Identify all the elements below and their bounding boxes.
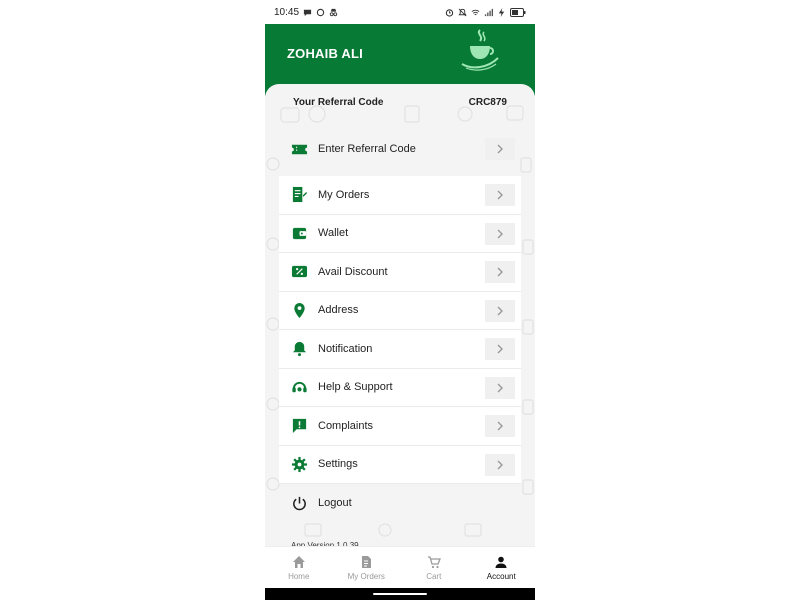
- menu-item-label: Complaints: [318, 419, 374, 432]
- menu-item-notification[interactable]: Notification: [279, 330, 521, 369]
- nav-home[interactable]: Home: [265, 547, 333, 588]
- battery-icon: [510, 7, 526, 17]
- tea-cup-logo: [461, 29, 499, 71]
- status-bar: 10:45: [265, 0, 535, 24]
- discount-icon: [291, 263, 308, 280]
- ticket-icon: [291, 141, 308, 158]
- menu-item-wallet[interactable]: Wallet: [279, 214, 521, 253]
- chevron-right-icon[interactable]: [485, 376, 515, 399]
- person-icon: [495, 556, 507, 568]
- complaint-icon: [291, 417, 308, 434]
- menu-item-settings[interactable]: Settings: [279, 445, 521, 484]
- chevron-right-icon[interactable]: [485, 338, 515, 360]
- incognito-icon: [329, 8, 338, 16]
- menu-item-label: Avail Discount: [318, 265, 388, 278]
- sync-icon: [316, 8, 325, 16]
- menu-item-label: Logout: [318, 497, 352, 510]
- nav-my-orders[interactable]: My Orders: [333, 547, 401, 588]
- menu-item-label: Wallet: [318, 227, 349, 240]
- chevron-right-icon[interactable]: [485, 222, 515, 245]
- menu-item-label: Notification: [318, 342, 373, 355]
- power-icon: [291, 495, 308, 512]
- account-menu: Enter Referral Code My Orders Wallet Ava…: [279, 130, 521, 523]
- menu-item-my-orders[interactable]: My Orders: [279, 176, 521, 215]
- chevron-right-icon[interactable]: [485, 261, 515, 283]
- wifi-icon: [471, 9, 480, 15]
- referral-code-label: Your Referral Code: [293, 96, 384, 108]
- wallet-icon: [291, 225, 308, 242]
- menu-item-label: My Orders: [318, 188, 370, 201]
- menu-item-label: Enter Referral Code: [318, 143, 416, 155]
- menu-item-logout[interactable]: Logout: [279, 484, 521, 523]
- charging-icon: [498, 7, 505, 17]
- menu-item-enter-referral-code[interactable]: Enter Referral Code: [279, 130, 521, 168]
- home-indicator[interactable]: [373, 593, 427, 595]
- signal-icon: [484, 8, 493, 16]
- location-pin-icon: [291, 302, 308, 319]
- menu-item-address[interactable]: Address: [279, 291, 521, 330]
- chevron-right-icon[interactable]: [485, 138, 515, 160]
- menu-item-label: Settings: [318, 458, 358, 471]
- phone-screen: 10:45 ZOHAIB ALI Your Referral Code CRC8…: [265, 0, 535, 600]
- menu-item-complaints[interactable]: Complaints: [279, 407, 521, 446]
- bell-icon: [291, 340, 308, 357]
- referral-code-value: CRC879: [468, 96, 507, 108]
- cart-icon: [427, 555, 441, 568]
- nav-label: My Orders: [347, 571, 385, 581]
- gear-icon: [291, 456, 308, 473]
- user-name: ZOHAIB ALI: [287, 46, 363, 61]
- chevron-right-icon[interactable]: [485, 299, 515, 322]
- menu-item-label: Address: [318, 304, 359, 317]
- chevron-right-icon[interactable]: [485, 184, 515, 206]
- chat-icon: [303, 9, 312, 16]
- home-icon: [292, 555, 305, 568]
- chevron-right-icon[interactable]: [485, 415, 515, 437]
- system-gesture-bar: [265, 588, 535, 600]
- alarm-icon: [445, 8, 454, 17]
- receipt-icon: [362, 555, 372, 568]
- support-icon: [291, 379, 308, 396]
- bottom-navigation: Home My Orders Cart Account: [265, 546, 535, 588]
- nav-cart[interactable]: Cart: [400, 547, 468, 588]
- status-time: 10:45: [274, 6, 300, 18]
- chevron-right-icon[interactable]: [485, 453, 515, 476]
- nav-account[interactable]: Account: [468, 547, 536, 588]
- nav-label: Cart: [426, 571, 442, 581]
- menu-item-label: Help & Support: [318, 381, 393, 394]
- nav-label: Home: [288, 571, 310, 581]
- menu-item-help-support[interactable]: Help & Support: [279, 368, 521, 407]
- edit-document-icon: [291, 186, 308, 203]
- nav-label: Account: [486, 571, 516, 581]
- mute-icon: [458, 8, 467, 16]
- menu-item-avail-discount[interactable]: Avail Discount: [279, 253, 521, 292]
- referral-code-row: Your Referral Code CRC879: [279, 86, 521, 118]
